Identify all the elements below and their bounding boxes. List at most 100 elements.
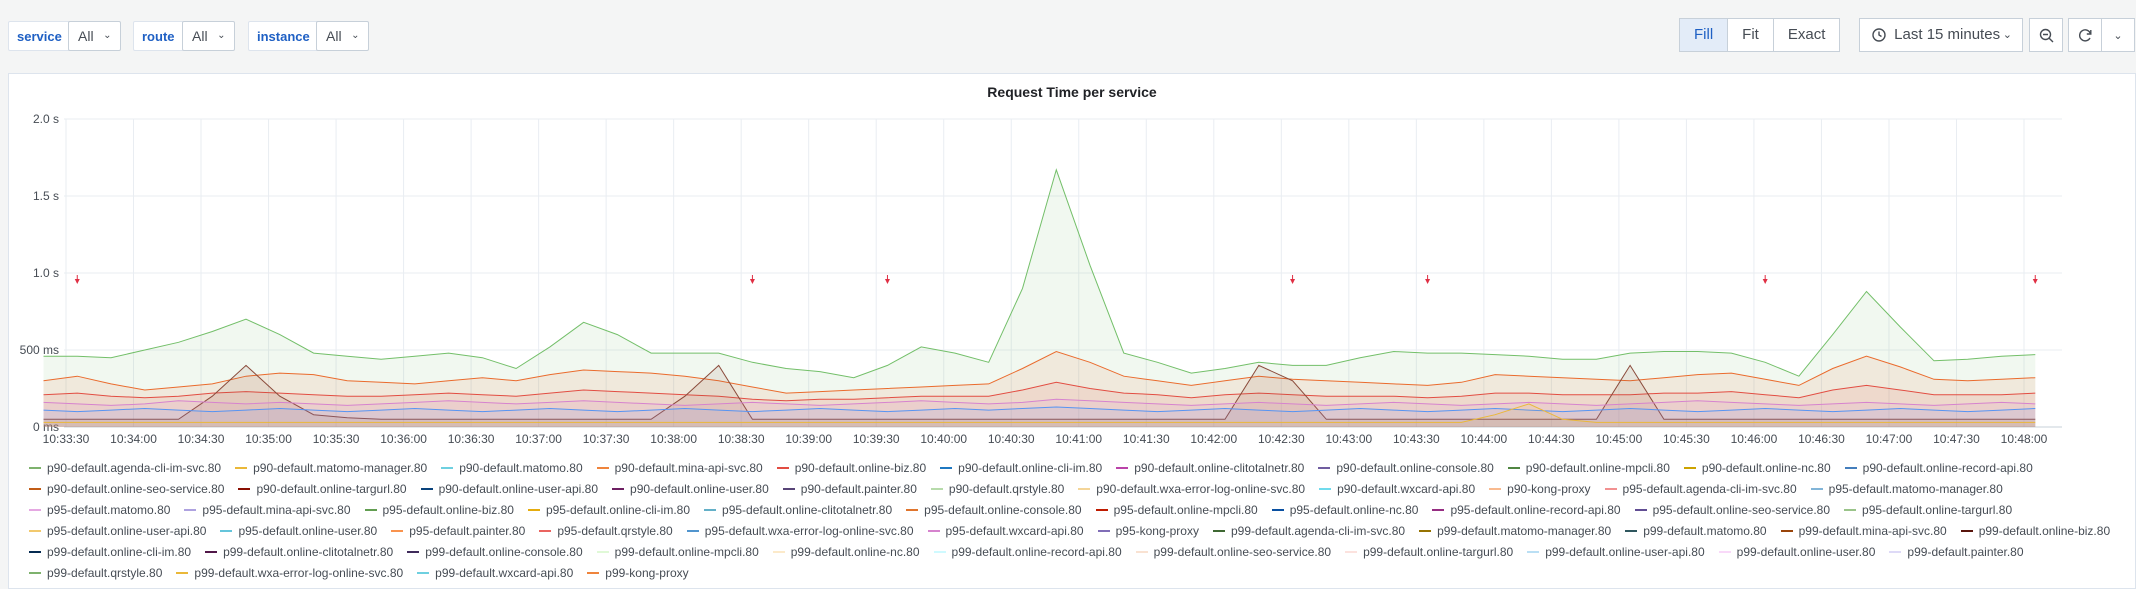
legend-item[interactable]: p95-default.online-targurl.80 bbox=[1844, 500, 2012, 521]
legend-item[interactable]: p95-default.wxcard-api.80 bbox=[927, 521, 1084, 542]
legend-swatch bbox=[1135, 550, 1148, 553]
legend-item[interactable]: p99-default.agenda-cli-im-svc.80 bbox=[1212, 521, 1405, 542]
x-tick-label: 10:41:30 bbox=[1123, 432, 1170, 446]
legend-item[interactable]: p99-default.qrstyle.80 bbox=[29, 563, 162, 584]
legend-item[interactable]: p99-default.online-cli-im.80 bbox=[29, 542, 191, 563]
legend-item[interactable]: p99-default.online-targurl.80 bbox=[1345, 542, 1513, 563]
legend-item[interactable]: p90-default.online-biz.80 bbox=[776, 458, 927, 479]
x-tick-label: 10:34:00 bbox=[110, 432, 157, 446]
legend-item[interactable]: p95-default.online-clitotalnetr.80 bbox=[704, 500, 892, 521]
legend-item[interactable]: p95-default.online-user.80 bbox=[220, 521, 377, 542]
legend-label: p90-default.agenda-cli-im-svc.80 bbox=[47, 461, 222, 475]
legend-item[interactable]: p90-default.painter.80 bbox=[782, 479, 917, 500]
legend-item[interactable]: p95-kong-proxy bbox=[1097, 521, 1199, 542]
legend-item[interactable]: p95-default.mina-api-svc.80 bbox=[184, 500, 351, 521]
legend-item[interactable]: p95-default.online-record-api.80 bbox=[1432, 500, 1621, 521]
legend-item[interactable]: p90-default.agenda-cli-im-svc.80 bbox=[29, 458, 221, 479]
legend-item[interactable]: p95-default.online-user-api.80 bbox=[29, 521, 206, 542]
fit-button[interactable]: Fit bbox=[1727, 18, 1774, 52]
annotation-marker bbox=[1762, 279, 1768, 284]
legend-label: p95-default.online-nc.80 bbox=[1289, 503, 1419, 517]
annotation-marker bbox=[2032, 279, 2038, 284]
legend-item[interactable]: p90-default.online-record-api.80 bbox=[1844, 458, 2033, 479]
legend-swatch bbox=[1718, 550, 1731, 553]
legend-item[interactable]: p90-default.online-cli-im.80 bbox=[940, 458, 1102, 479]
legend-swatch bbox=[776, 466, 789, 469]
legend-item[interactable]: p90-default.wxa-error-log-online-svc.80 bbox=[1078, 479, 1305, 500]
legend-swatch bbox=[205, 550, 218, 553]
legend-item[interactable]: p99-default.online-user.80 bbox=[1718, 542, 1875, 563]
legend-item[interactable]: p90-default.mina-api-svc.80 bbox=[596, 458, 763, 479]
legend-item[interactable]: p90-default.online-user-api.80 bbox=[420, 479, 598, 500]
legend-item[interactable]: p90-default.matomo.80 bbox=[441, 458, 583, 479]
legend-item[interactable]: p90-default.wxcard-api.80 bbox=[1319, 479, 1475, 500]
legend-item[interactable]: p99-default.matomo.80 bbox=[1625, 521, 1767, 542]
legend-item[interactable]: p99-default.online-mpcli.80 bbox=[596, 542, 759, 563]
variable-select-route[interactable]: All ⌄ bbox=[182, 21, 235, 51]
legend-label: p99-default.online-nc.80 bbox=[790, 545, 920, 559]
legend-item[interactable]: p90-default.online-targurl.80 bbox=[238, 479, 407, 500]
legend-item[interactable]: p99-default.online-user-api.80 bbox=[1527, 542, 1705, 563]
legend-swatch bbox=[29, 550, 41, 553]
legend-item[interactable]: p95-default.online-mpcli.80 bbox=[1095, 500, 1258, 521]
legend-item[interactable]: p99-default.online-biz.80 bbox=[1960, 521, 2110, 542]
legend-item[interactable]: p90-default.matomo-manager.80 bbox=[235, 458, 427, 479]
legend-item[interactable]: p99-default.online-seo-service.80 bbox=[1135, 542, 1331, 563]
legend-item[interactable]: p95-default.online-cli-im.80 bbox=[527, 500, 690, 521]
legend-item[interactable]: p95-default.online-seo-service.80 bbox=[1634, 500, 1830, 521]
legend-item[interactable]: p95-default.online-biz.80 bbox=[364, 500, 514, 521]
legend-item[interactable]: p90-default.qrstyle.80 bbox=[930, 479, 1064, 500]
legend-item[interactable]: p90-default.online-user.80 bbox=[612, 479, 769, 500]
refresh-button[interactable] bbox=[2068, 18, 2102, 52]
x-tick-label: 10:38:30 bbox=[718, 432, 765, 446]
zoom-out-button[interactable] bbox=[2029, 18, 2063, 52]
variable-select-instance[interactable]: All ⌄ bbox=[316, 21, 369, 51]
variables-bar: service All ⌄ route All ⌄ instance All ⌄… bbox=[0, 0, 2136, 72]
legend-item[interactable]: p95-default.agenda-cli-im-svc.80 bbox=[1604, 479, 1797, 500]
legend-swatch bbox=[527, 508, 540, 511]
legend-label: p95-default.agenda-cli-im-svc.80 bbox=[1622, 482, 1797, 496]
legend-label: p90-default.online-biz.80 bbox=[794, 461, 927, 475]
refresh-interval-dropdown[interactable]: ⌄ bbox=[2101, 18, 2135, 52]
legend-item[interactable]: p99-default.online-clitotalnetr.80 bbox=[205, 542, 393, 563]
legend-item[interactable]: p90-default.online-nc.80 bbox=[1683, 458, 1831, 479]
legend-item[interactable]: p99-default.wxcard-api.80 bbox=[417, 563, 573, 584]
legend-item[interactable]: p90-default.online-seo-service.80 bbox=[29, 479, 224, 500]
legend-item[interactable]: p95-default.painter.80 bbox=[391, 521, 525, 542]
legend-swatch bbox=[176, 571, 189, 574]
legend-item[interactable]: p95-default.wxa-error-log-online-svc.80 bbox=[686, 521, 914, 542]
legend-item[interactable]: p90-default.online-console.80 bbox=[1318, 458, 1494, 479]
legend-label: p99-default.painter.80 bbox=[1907, 545, 2024, 559]
legend-item[interactable]: p99-default.mina-api-svc.80 bbox=[1780, 521, 1947, 542]
legend-label: p95-default.wxa-error-log-online-svc.80 bbox=[704, 524, 914, 538]
legend-item[interactable]: p99-default.painter.80 bbox=[1889, 542, 2024, 563]
legend-label: p95-default.online-console.80 bbox=[924, 503, 1082, 517]
variable-value-instance: All bbox=[326, 28, 342, 44]
legend-item[interactable]: p99-default.wxa-error-log-online-svc.80 bbox=[176, 563, 403, 584]
legend-item[interactable]: p99-kong-proxy bbox=[587, 563, 689, 584]
legend-item[interactable]: p90-default.online-clitotalnetr.80 bbox=[1116, 458, 1304, 479]
legend-swatch bbox=[1604, 487, 1617, 490]
legend-item[interactable]: p95-default.matomo-manager.80 bbox=[1810, 479, 2003, 500]
x-tick-label: 10:48:00 bbox=[2001, 432, 2048, 446]
time-range-picker[interactable]: Last 15 minutes ⌄ bbox=[1859, 18, 2023, 52]
variable-select-service[interactable]: All ⌄ bbox=[68, 21, 121, 51]
legend-item[interactable]: p95-default.online-console.80 bbox=[906, 500, 1082, 521]
legend-swatch bbox=[364, 508, 377, 511]
annotation-marker bbox=[884, 279, 890, 284]
legend-item[interactable]: p90-default.online-mpcli.80 bbox=[1507, 458, 1670, 479]
legend-item[interactable]: p99-default.online-nc.80 bbox=[772, 542, 920, 563]
legend-item[interactable]: p90-kong-proxy bbox=[1489, 479, 1591, 500]
legend-label: p90-default.matomo.80 bbox=[459, 461, 583, 475]
legend-item[interactable]: p99-default.online-record-api.80 bbox=[933, 542, 1122, 563]
exact-button[interactable]: Exact bbox=[1772, 18, 1841, 52]
legend-item[interactable]: p95-default.online-nc.80 bbox=[1271, 500, 1419, 521]
legend-item[interactable]: p99-default.matomo-manager.80 bbox=[1419, 521, 1611, 542]
legend-label: p90-kong-proxy bbox=[1507, 482, 1591, 496]
legend-item[interactable]: p95-default.qrstyle.80 bbox=[539, 521, 673, 542]
legend-item[interactable]: p99-default.online-console.80 bbox=[407, 542, 583, 563]
legend-item[interactable]: p95-default.matomo.80 bbox=[29, 500, 170, 521]
fill-button[interactable]: Fill bbox=[1679, 18, 1729, 52]
legend-label: p95-default.matomo-manager.80 bbox=[1828, 482, 2003, 496]
legend-label: p90-default.wxcard-api.80 bbox=[1337, 482, 1476, 496]
